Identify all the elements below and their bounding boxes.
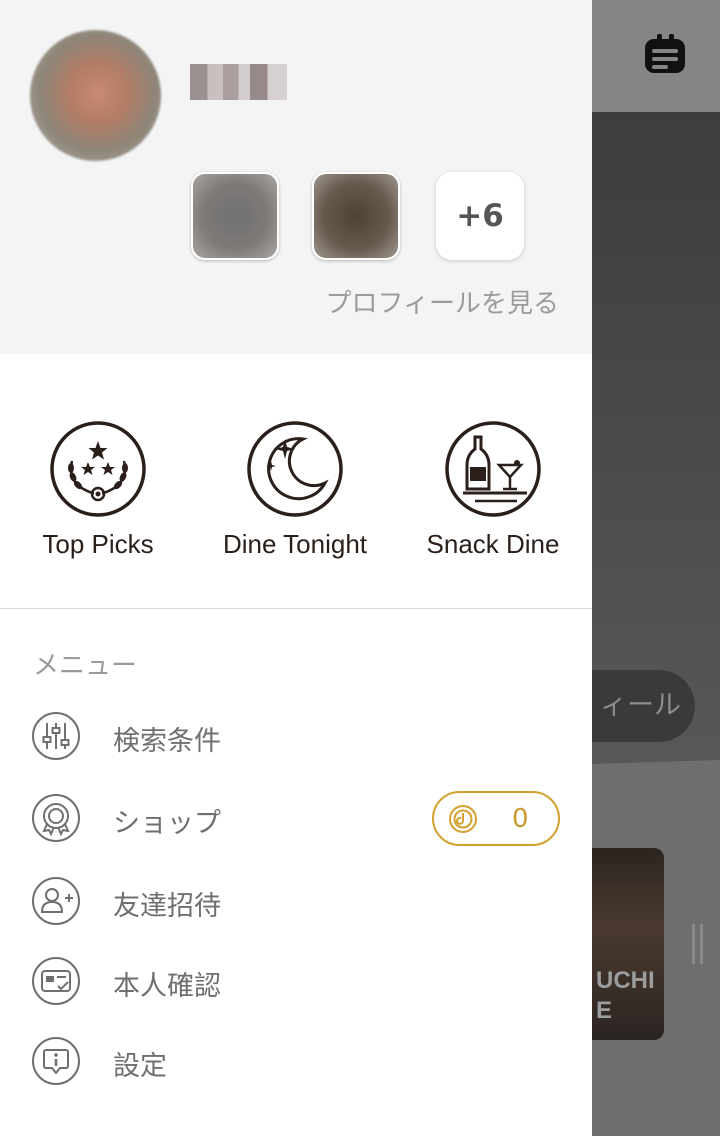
add-friend-icon [32, 877, 80, 925]
quick-action-top-picks[interactable]: Top Picks [3, 421, 193, 560]
more-photos-button[interactable]: +6 [436, 172, 524, 260]
menu-item-label: 友達招待 [113, 891, 221, 922]
background-profile-button-text: ィール [600, 690, 681, 721]
coin-balance-badge[interactable]: 0 [432, 791, 560, 846]
username-blurred [190, 64, 287, 100]
shop-badge-icon [32, 794, 80, 842]
coin-icon [449, 805, 477, 833]
profile-photo-thumbnail[interactable] [312, 172, 400, 260]
avatar[interactable] [30, 30, 161, 161]
menu-heading: メニュー [33, 651, 138, 681]
coin-balance-value: 0 [512, 804, 529, 834]
section-divider [0, 608, 592, 609]
menu-item-identity-verification[interactable]: 本人確認 [31, 956, 571, 1008]
chat-calendar-icon [645, 34, 685, 73]
menu-item-label: ショップ [113, 808, 221, 839]
moon-stars-icon [247, 421, 343, 517]
menu-item-invite-friends[interactable]: 友達招待 [31, 876, 571, 928]
menu-item-label: 検索条件 [113, 726, 221, 757]
menu-item-label: 設定 [113, 1051, 167, 1082]
menu-item-label: 本人確認 [113, 971, 221, 1002]
bottle-cocktail-icon [445, 421, 541, 517]
info-settings-icon [32, 1037, 80, 1085]
quick-action-label: Top Picks [42, 529, 154, 559]
background-card-text: UCHI E [596, 967, 655, 1024]
quick-action-snack-dine[interactable]: Snack Dine [398, 421, 588, 560]
quick-action-label: Dine Tonight [222, 529, 368, 559]
laurel-stars-icon [50, 421, 146, 517]
menu-item-settings[interactable]: 設定 [31, 1036, 571, 1088]
quick-action-label: Snack Dine [426, 529, 560, 559]
background-drag-handle [692, 924, 704, 964]
profile-header: +6 プロフィールを見る [0, 0, 592, 354]
profile-photo-thumbnail[interactable] [191, 172, 279, 260]
navigation-drawer: +6 プロフィールを見る Top Picks Dine Tonight Snac… [0, 0, 592, 1136]
filter-sliders-icon [32, 712, 80, 760]
id-card-icon [32, 957, 80, 1005]
quick-action-dine-tonight[interactable]: Dine Tonight [200, 421, 390, 560]
view-profile-link[interactable]: プロフィールを見る [326, 283, 559, 320]
menu-item-search-conditions[interactable]: 検索条件 [31, 711, 571, 763]
